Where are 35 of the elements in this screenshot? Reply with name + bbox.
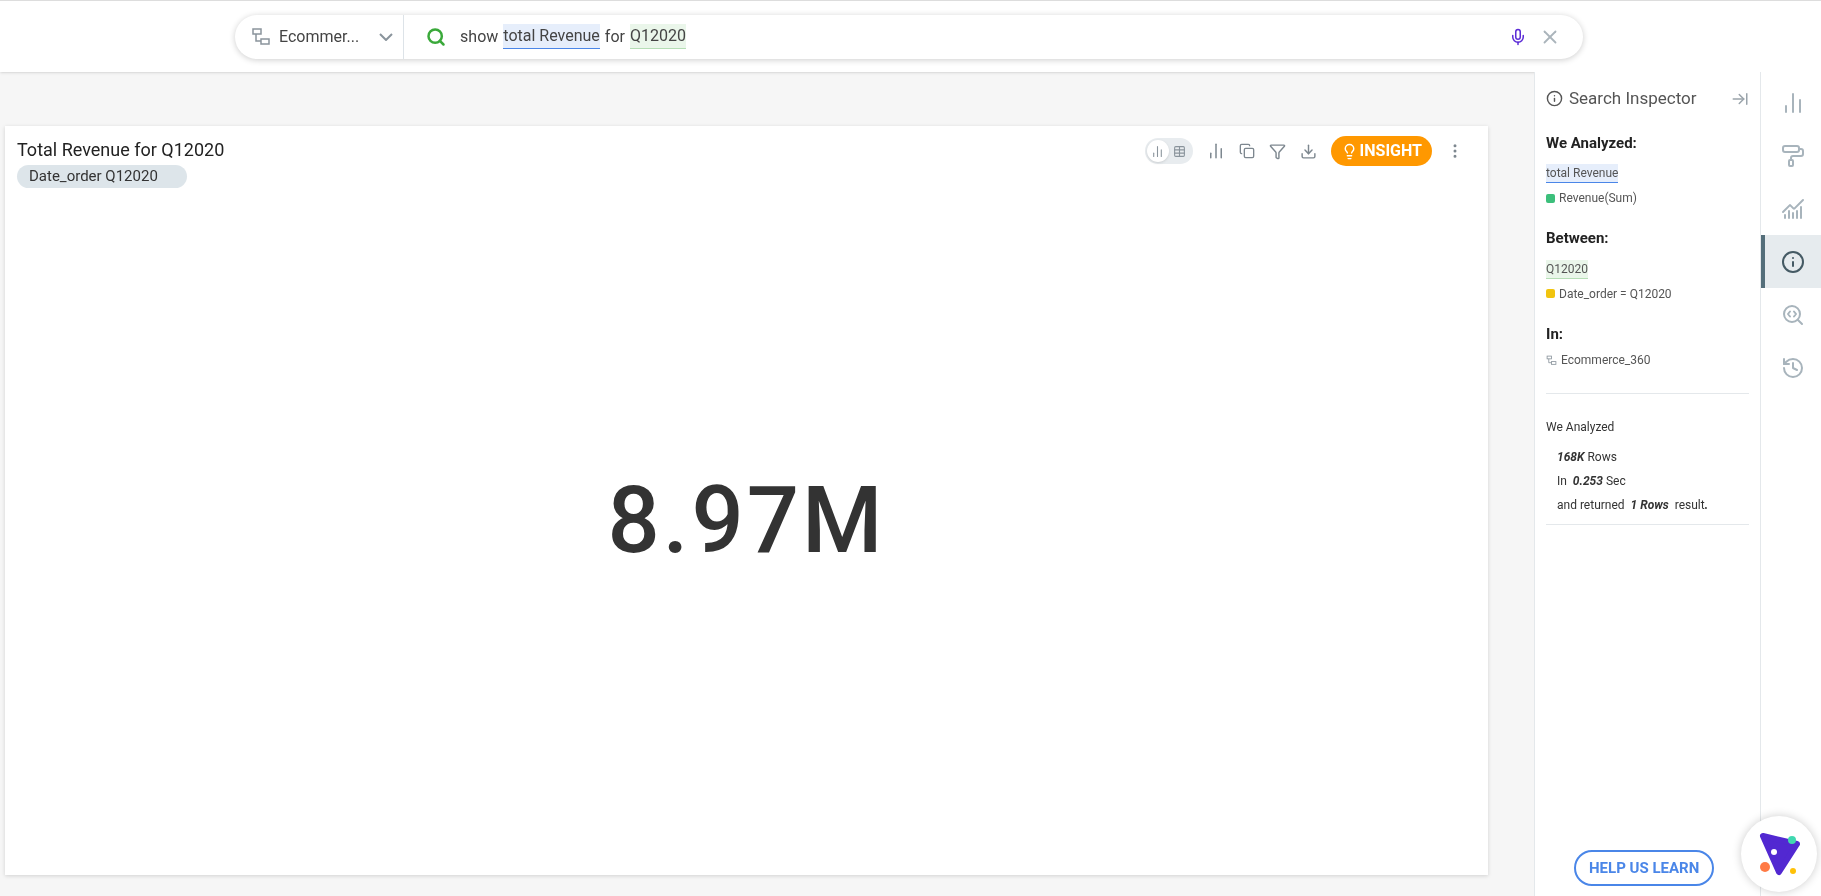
token-detail: Ecommerce_360 xyxy=(1561,352,1651,369)
data-source-dropdown[interactable]: Ecommer... xyxy=(235,14,405,59)
search-icon xyxy=(426,26,447,47)
microphone-icon[interactable] xyxy=(1509,27,1527,46)
chart-view-button[interactable] xyxy=(1146,140,1169,162)
token-detail: Date_order = Q12020 xyxy=(1559,285,1672,303)
section-heading: In: xyxy=(1546,323,1564,345)
section-heading: Between: xyxy=(1546,228,1609,249)
filter-icon[interactable] xyxy=(1268,142,1286,160)
chevron-down-icon xyxy=(379,32,394,41)
date-type-icon xyxy=(1546,289,1555,298)
search-query-input[interactable]: show total Revenue for Q12020 xyxy=(460,24,1509,49)
query-token: Q12020 xyxy=(1546,259,1588,279)
stats-line: 168K Rows xyxy=(1557,449,1618,466)
section-heading: We Analyzed: xyxy=(1546,132,1637,154)
info-icon[interactable] xyxy=(1761,235,1821,288)
filter-chip: Date_order Q12020 xyxy=(17,165,187,188)
panel-title: Search Inspector xyxy=(1569,87,1697,110)
copy-icon[interactable] xyxy=(1238,143,1255,159)
table-icon xyxy=(1173,144,1187,158)
kpi-value: 8.97M xyxy=(607,466,886,577)
stats-line: In 0.253 Sec xyxy=(1557,473,1627,490)
stats-line: and returned 1 Rows result. xyxy=(1557,497,1710,514)
download-icon[interactable] xyxy=(1299,142,1317,160)
bar-chart-icon xyxy=(1151,144,1165,158)
assistant-logo-button[interactable] xyxy=(1741,816,1817,892)
number-type-icon xyxy=(1546,193,1555,203)
schema-icon xyxy=(251,26,271,47)
token-detail: Revenue(Sum) xyxy=(1559,190,1637,207)
card-title: Total Revenue for Q12020 xyxy=(17,138,225,162)
help-us-learn-button[interactable]: HELP US LEARN xyxy=(1574,850,1715,886)
stats-heading: We Analyzed xyxy=(1546,419,1616,436)
query-token: total Revenue xyxy=(1546,164,1619,183)
schema-icon xyxy=(1546,354,1557,366)
info-icon xyxy=(1546,90,1563,108)
